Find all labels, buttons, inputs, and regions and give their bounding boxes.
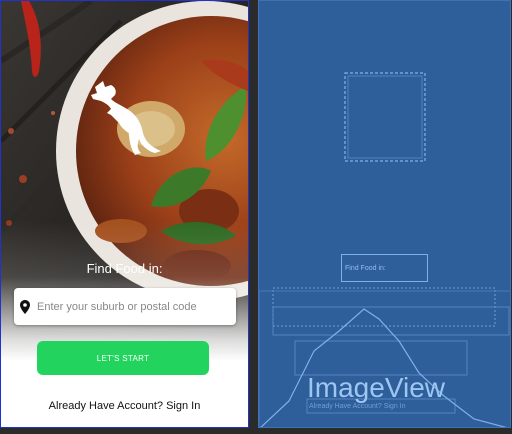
suburb-postcode-input[interactable] [37,300,217,313]
lets-start-button[interactable]: LET'S START [37,341,209,375]
sign-in-link[interactable]: Already Have Account? Sign In [1,400,248,412]
location-pin-icon [20,299,30,314]
find-food-label: Find Food in: [86,261,163,276]
blueprint-find-food-label: Find Food in: [341,254,428,282]
blueprint-imageview-label: ImageView [307,372,446,403]
blueprint-preview: Find Food in: ImageView Already Have Acc… [258,0,511,428]
blueprint-outline-overlay [259,72,510,427]
blueprint-sign-in-label: Already Have Account? Sign In [309,403,406,410]
location-search-field[interactable] [14,288,236,325]
phone-design-preview: Find Food in: LET'S START Already Have A… [0,0,249,428]
kangaroo-logo-icon [91,81,161,155]
